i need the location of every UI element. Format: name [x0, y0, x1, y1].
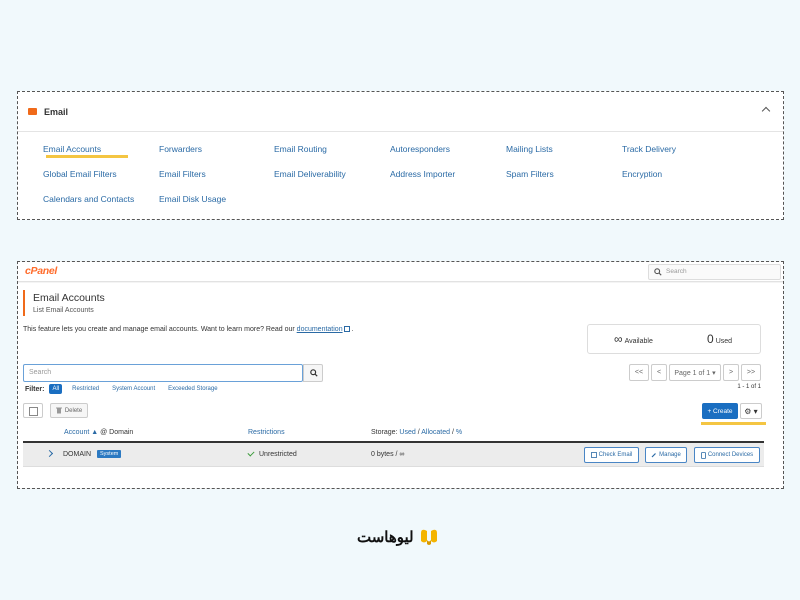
- external-link-icon: [343, 326, 350, 332]
- brand-logo: لیوهاست: [357, 527, 439, 547]
- email-section-header[interactable]: Email: [18, 92, 783, 132]
- link-calendars-and-contacts[interactable]: Calendars and Contacts: [43, 194, 134, 204]
- check-email-button[interactable]: Check Email: [584, 447, 639, 463]
- phone-icon: [700, 451, 706, 459]
- restrictions-column-header[interactable]: Restrictions: [248, 429, 285, 436]
- link-email-deliverability[interactable]: Email Deliverability: [274, 169, 346, 179]
- accounts-search-placeholder: Search: [29, 369, 52, 376]
- delete-label: Delete: [64, 407, 83, 414]
- account-column-header[interactable]: Account ▲ @ Domain: [64, 429, 133, 436]
- link-spam-filters[interactable]: Spam Filters: [506, 169, 554, 179]
- link-encryption[interactable]: Encryption: [622, 169, 662, 179]
- global-search-placeholder: Search: [666, 268, 687, 275]
- sort-percent[interactable]: %: [456, 429, 462, 436]
- search-icon: [654, 268, 662, 276]
- search-icon: [310, 369, 318, 377]
- highlight-underline: [46, 155, 128, 158]
- sort-allocated[interactable]: Allocated: [421, 429, 450, 436]
- filter-exceeded-storage[interactable]: Exceeded Storage: [165, 384, 220, 394]
- system-badge: System: [97, 450, 122, 458]
- link-track-delivery[interactable]: Track Delivery: [622, 144, 676, 154]
- brand-name: لیوهاست: [357, 529, 414, 546]
- main-content: Email Accounts List Email Accounts This …: [18, 283, 783, 488]
- top-bar: cPanel Search: [18, 262, 783, 282]
- global-search-input[interactable]: Search: [648, 264, 781, 280]
- at-label[interactable]: @ Domain: [100, 429, 133, 436]
- select-all-checkbox[interactable]: [23, 403, 43, 418]
- filter-all[interactable]: All: [49, 384, 63, 394]
- available-stat: ∞ Available: [614, 332, 653, 346]
- brand-icon: [420, 529, 437, 545]
- available-value: ∞: [614, 332, 623, 346]
- filter-system-account[interactable]: System Account: [109, 384, 158, 394]
- description-end: .: [351, 326, 354, 333]
- connect-devices-button[interactable]: Connect Devices: [694, 447, 760, 463]
- delete-button[interactable]: Delete: [50, 403, 88, 418]
- link-forwarders[interactable]: Forwarders: [159, 144, 202, 154]
- result-range: 1 - 1 of 1: [737, 384, 761, 390]
- restriction-status: Unrestricted: [259, 451, 297, 458]
- email-section-title: Email: [44, 106, 69, 117]
- used-label: Used: [715, 338, 733, 345]
- external-link-icon: [590, 452, 597, 458]
- link-mailing-lists[interactable]: Mailing Lists: [506, 144, 553, 154]
- link-email-routing[interactable]: Email Routing: [274, 144, 327, 154]
- link-address-importer[interactable]: Address Importer: [390, 169, 455, 179]
- gear-icon: ⚙ ▾: [744, 406, 758, 416]
- last-page-button[interactable]: >>: [741, 364, 761, 381]
- account-stats: ∞ Available 0 Used: [587, 324, 761, 354]
- feature-description: This feature lets you create and manage …: [23, 325, 354, 333]
- create-button[interactable]: + Create: [702, 403, 738, 419]
- accounts-search-button[interactable]: [303, 364, 323, 382]
- used-stat: 0 Used: [707, 332, 732, 346]
- link-email-filters[interactable]: Email Filters: [159, 169, 206, 179]
- settings-gear-button[interactable]: ⚙ ▾: [740, 403, 762, 419]
- account-name: DOMAIN: [63, 451, 91, 458]
- envelope-icon: [28, 108, 37, 115]
- link-email-accounts[interactable]: Email Accounts: [43, 144, 101, 154]
- checkmark-icon: [247, 449, 255, 457]
- cpanel-logo[interactable]: cPanel: [25, 265, 57, 277]
- description-text: This feature lets you create and manage …: [23, 326, 295, 333]
- sort-used[interactable]: Used: [399, 429, 415, 436]
- used-value: 0: [707, 332, 714, 346]
- available-label: Available: [624, 338, 653, 345]
- prev-page-button[interactable]: <: [651, 364, 667, 381]
- cpanel-email-accounts-panel: cPanel Search Email Accounts List Email …: [17, 261, 784, 489]
- documentation-link[interactable]: documentation: [297, 326, 343, 333]
- link-email-disk-usage[interactable]: Email Disk Usage: [159, 194, 226, 204]
- filter-restricted[interactable]: Restricted: [69, 384, 102, 394]
- accounts-search-input[interactable]: Search: [23, 364, 303, 382]
- table-row[interactable]: DOMAIN System Unrestricted 0 bytes / ∞ C…: [23, 443, 764, 467]
- page-select[interactable]: Page 1 of 1 ▾: [669, 364, 721, 381]
- separator: /: [417, 429, 420, 436]
- manage-button[interactable]: Manage: [645, 447, 687, 463]
- storage-column-header: Storage: Used / Allocated / %: [371, 429, 462, 436]
- storage-label: Storage:: [371, 429, 398, 436]
- first-page-button[interactable]: <<: [629, 364, 649, 381]
- separator: /: [451, 429, 454, 436]
- connect-devices-label: Connect Devices: [707, 452, 754, 458]
- pagination: << < Page 1 of 1 ▾ > >>: [627, 364, 761, 381]
- wrench-icon: [651, 453, 657, 458]
- page-subtitle: List Email Accounts: [33, 307, 94, 314]
- check-email-label: Check Email: [598, 452, 633, 458]
- link-autoresponders[interactable]: Autoresponders: [390, 144, 450, 154]
- table-header: Account ▲ @ Domain Restrictions Storage:…: [23, 425, 764, 443]
- title-accent-bar: [23, 290, 25, 316]
- filter-label: Filter:: [25, 385, 45, 393]
- trash-icon: [55, 407, 62, 414]
- chevron-right-icon[interactable]: [45, 449, 54, 458]
- sort-account[interactable]: Account ▲: [64, 429, 98, 436]
- link-global-email-filters[interactable]: Global Email Filters: [43, 169, 117, 179]
- filter-bar: Filter: All Restricted System Account Ex…: [25, 384, 228, 394]
- manage-label: Manage: [659, 452, 681, 458]
- next-page-button[interactable]: >: [723, 364, 739, 381]
- page-title: Email Accounts: [33, 292, 105, 304]
- storage-value: 0 bytes / ∞: [371, 451, 405, 458]
- email-section-panel: Email Email Accounts Forwarders Email Ro…: [17, 91, 784, 220]
